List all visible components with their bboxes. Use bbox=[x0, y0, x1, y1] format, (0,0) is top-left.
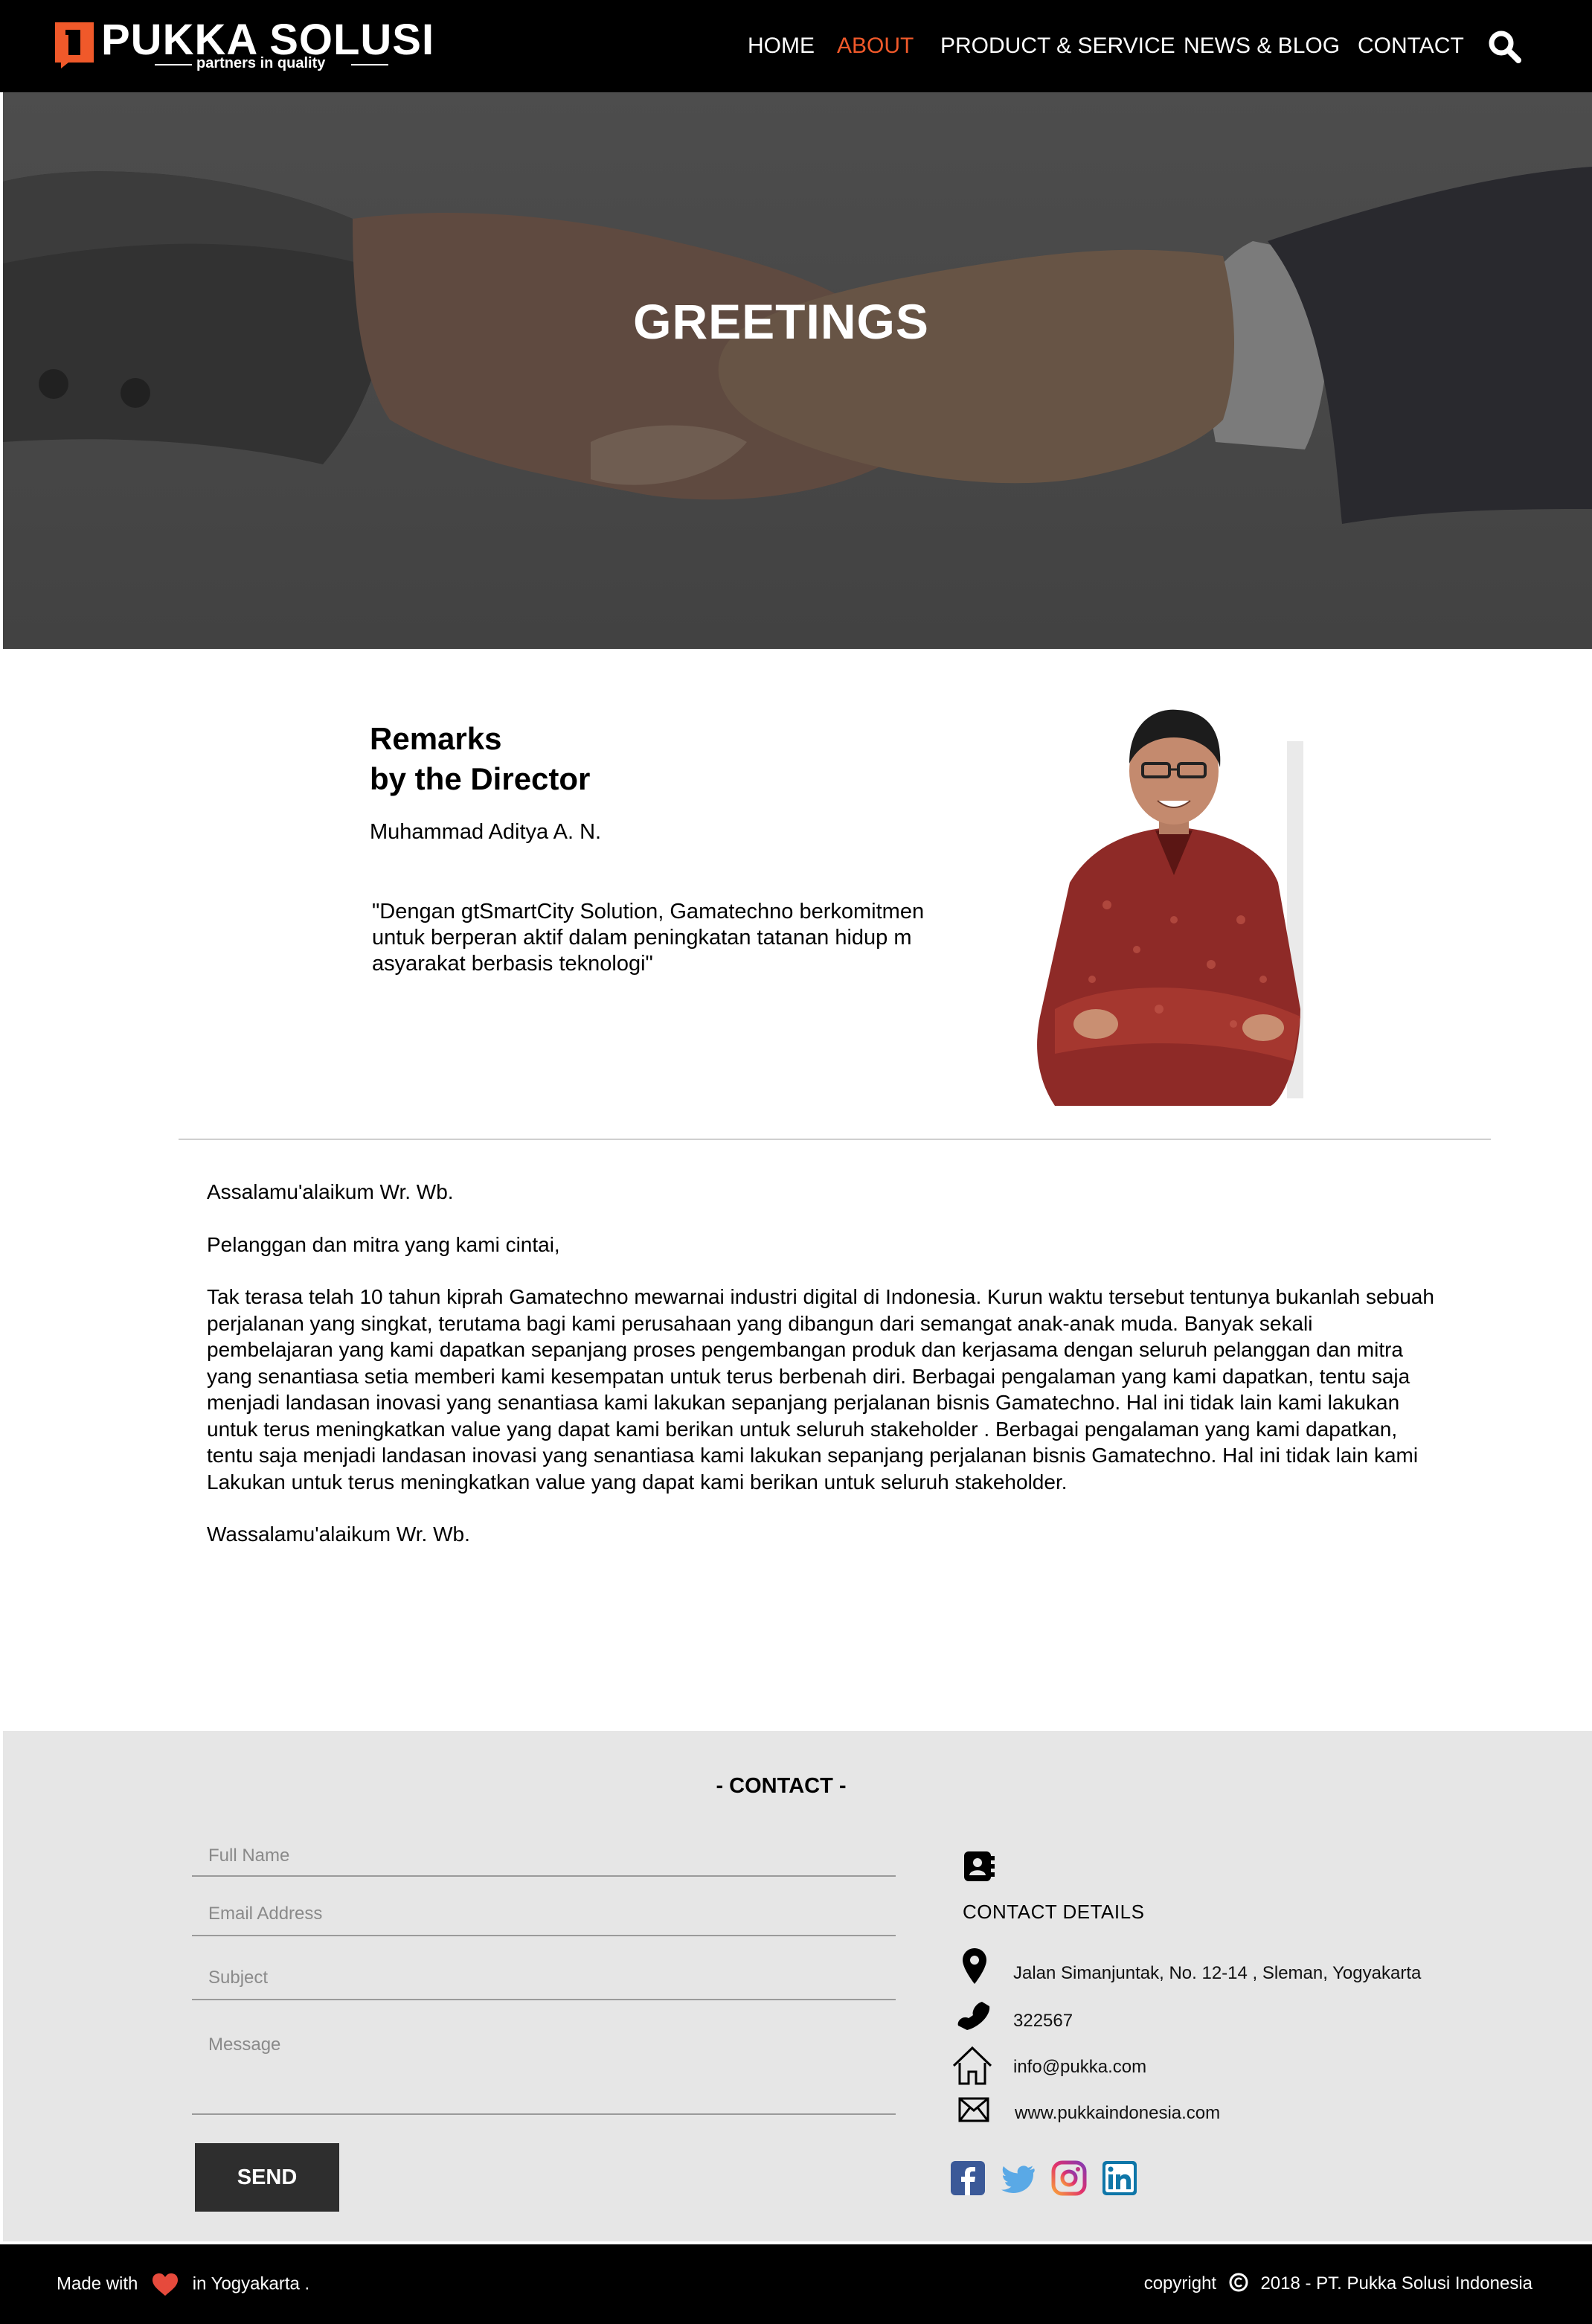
email-field[interactable]: Email Address bbox=[192, 1893, 896, 1936]
phone-icon bbox=[957, 2002, 990, 2030]
website-text[interactable]: www.pukkaindonesia.com bbox=[1015, 2103, 1220, 2124]
copyright-icon bbox=[1229, 2273, 1248, 2292]
address-book-icon bbox=[964, 1851, 995, 1881]
remarks-title-line1: Remarks bbox=[370, 721, 502, 756]
director-portrait bbox=[1037, 709, 1303, 1106]
heart-icon bbox=[153, 2273, 179, 2296]
made-with-label: Made with bbox=[57, 2273, 138, 2294]
linkedin-icon[interactable] bbox=[1101, 2160, 1138, 2197]
remarks-title: Remarks by the Director bbox=[370, 719, 590, 799]
facebook-icon[interactable] bbox=[949, 2160, 986, 2197]
home-icon bbox=[952, 2046, 992, 2085]
director-letter: Assalamu'alaikum Wr. Wb. Pelanggan dan m… bbox=[207, 1179, 1434, 1574]
site-footer: Made with in Yogyakarta . copyright 2018… bbox=[0, 2244, 1592, 2324]
nav-item-contact[interactable]: CONTACT bbox=[1358, 30, 1464, 63]
top-navbar: PUKKA SOLUSI partners in quality HOME AB… bbox=[0, 0, 1592, 92]
made-with-text: Made with in Yogyakarta . bbox=[57, 2273, 309, 2296]
address-text: Jalan Simanjuntak, No. 12-14 , Sleman, Y… bbox=[1013, 1963, 1422, 1983]
tagline-rule-right bbox=[351, 64, 388, 65]
full-name-field[interactable]: Full Name bbox=[192, 1835, 896, 1877]
copyright-prefix: copyright bbox=[1143, 2273, 1217, 2293]
contact-section: - CONTACT - Full Name Email Address Subj… bbox=[3, 1731, 1592, 2241]
send-button[interactable]: SEND bbox=[195, 2143, 339, 2212]
nav-item-product-service[interactable]: PRODUCT & SERVICE bbox=[940, 30, 1175, 63]
section-divider bbox=[179, 1139, 1491, 1140]
letter-body: Tak terasa telah 10 tahun kiprah Gamatec… bbox=[207, 1285, 1434, 1494]
twitter-icon[interactable] bbox=[1000, 2160, 1037, 2197]
subject-field[interactable]: Subject bbox=[192, 1954, 896, 2000]
made-location: in Yogyakarta . bbox=[192, 2273, 310, 2294]
remarks-title-line2: by the Director bbox=[370, 761, 591, 796]
contact-details-label: CONTACT DETAILS bbox=[963, 1901, 1145, 1923]
message-placeholder: Message bbox=[208, 2035, 281, 2055]
phone-text: 322567 bbox=[1013, 2011, 1073, 2031]
director-quote: "Dengan gtSmartCity Solution, Gamatechno… bbox=[372, 900, 925, 976]
hero-title: GREETINGS bbox=[633, 294, 929, 349]
nav-item-about[interactable]: ABOUT bbox=[837, 30, 914, 63]
copyright-body: 2018 - PT. Pukka Solusi Indonesia bbox=[1260, 2273, 1532, 2293]
email-text[interactable]: info@pukka.com bbox=[1013, 2057, 1146, 2078]
letter-salutation: Pelanggan dan mitra yang kami cintai, bbox=[207, 1232, 560, 1256]
email-placeholder: Email Address bbox=[208, 1904, 323, 1924]
contact-title: - CONTACT - bbox=[716, 1774, 847, 1798]
search-icon[interactable] bbox=[1486, 28, 1524, 65]
copyright-text: copyright 2018 - PT. Pukka Solusi Indone… bbox=[1144, 2273, 1532, 2294]
message-field[interactable]: Message bbox=[192, 2021, 896, 2115]
nav-item-news-blog[interactable]: NEWS & BLOG bbox=[1184, 30, 1340, 63]
nav-item-home[interactable]: HOME bbox=[748, 30, 815, 63]
instagram-icon[interactable] bbox=[1050, 2160, 1088, 2197]
subject-placeholder: Subject bbox=[208, 1968, 269, 1988]
director-name: Muhammad Aditya A. N. bbox=[370, 820, 602, 844]
letter-closing: Wassalamu'alaikum Wr. Wb. bbox=[207, 1523, 470, 1546]
letter-greeting: Assalamu'alaikum Wr. Wb. bbox=[207, 1180, 454, 1203]
full-name-placeholder: Full Name bbox=[208, 1846, 290, 1866]
envelope-icon bbox=[958, 2097, 989, 2122]
hero-banner: GREETINGS bbox=[3, 92, 1592, 649]
main-menu: HOME ABOUT PRODUCT & SERVICE NEWS & BLOG… bbox=[0, 30, 1592, 63]
tagline-rule-left bbox=[155, 64, 192, 65]
location-pin-icon bbox=[963, 1948, 986, 1984]
handshake-image bbox=[3, 92, 1592, 649]
